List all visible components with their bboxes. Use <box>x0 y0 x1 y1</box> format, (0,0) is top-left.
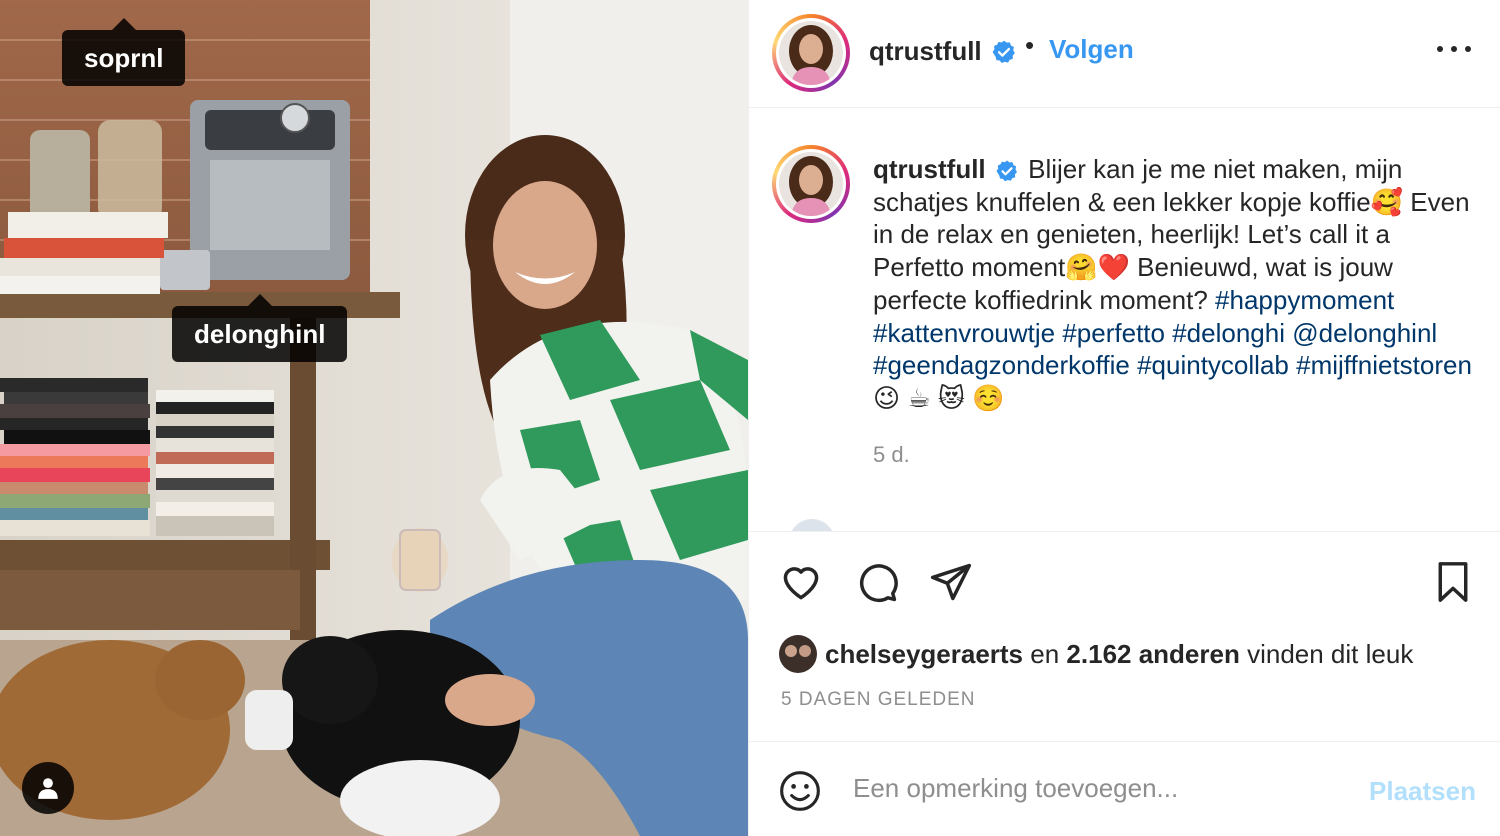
header-separator: • <box>1025 30 1035 60</box>
photo-tag-soprnl[interactable]: soprnl <box>62 18 186 86</box>
hashtag-link[interactable]: #geendagzonderkoffie <box>873 350 1130 380</box>
post-header: qtrustfull • Volgen <box>749 0 1500 108</box>
share-icon <box>930 563 972 601</box>
hashtag-link[interactable]: #mijffnietstoren <box>1296 350 1472 380</box>
comment-input[interactable] <box>853 768 1353 808</box>
mention-link[interactable]: @delonghinl <box>1292 318 1437 348</box>
person-icon <box>38 778 58 799</box>
avatar-image <box>779 21 843 85</box>
hashtag-link[interactable]: #quintycollab <box>1137 350 1289 380</box>
caption-author-avatar[interactable] <box>772 145 850 223</box>
add-comment-form: Plaatsen <box>749 741 1500 836</box>
comment-button[interactable] <box>853 558 901 606</box>
caption-time[interactable]: 5 d. <box>873 442 910 468</box>
likes-count[interactable]: 2.162 anderen <box>1066 639 1239 670</box>
author-avatar[interactable] <box>772 14 850 92</box>
photo-scene <box>0 0 748 836</box>
emoji-icon <box>780 771 820 811</box>
likes-suffix: vinden dit leuk <box>1247 638 1414 669</box>
instagram-post: soprnl delonghinl qtrustfull • Volgen qt… <box>0 0 1500 836</box>
verified-badge-icon <box>992 40 1015 64</box>
avatar-image <box>779 152 843 216</box>
more-options-icon[interactable] <box>1437 46 1471 56</box>
likes-summary[interactable]: chelseygeraerts en 2.162 anderen vinden … <box>779 635 1413 673</box>
caption-emojis: 😉 ☕ 😻 ☺️ <box>873 382 1005 413</box>
caption-username[interactable]: qtrustfull <box>873 154 986 184</box>
post-photo[interactable]: soprnl delonghinl <box>0 0 748 836</box>
post-date[interactable]: 5 DAGEN GELEDEN <box>781 689 976 711</box>
hashtag-link[interactable]: #happymoment <box>1215 285 1394 315</box>
hashtag-link[interactable]: #perfetto <box>1062 318 1165 348</box>
post-caption: qtrustfull Blijer kan je me niet maken, … <box>873 153 1473 415</box>
comments-area: qtrustfull Blijer kan je me niet maken, … <box>749 109 1500 531</box>
photo-tag-label: soprnl <box>84 43 164 73</box>
emoji-picker-button[interactable] <box>777 768 823 814</box>
liker-username[interactable]: chelseygeraerts <box>825 639 1023 670</box>
bookmark-icon <box>1438 562 1468 602</box>
share-button[interactable] <box>927 558 975 606</box>
author-username[interactable]: qtrustfull <box>869 36 982 67</box>
comment-icon <box>859 564 898 603</box>
hashtag-link[interactable]: #kattenvrouwtje <box>873 318 1055 348</box>
tagged-users-button[interactable] <box>22 762 74 814</box>
liker-avatar <box>779 635 817 673</box>
photo-tag-delonghinl[interactable]: delonghinl <box>172 294 348 362</box>
next-comment-peek <box>789 519 1209 531</box>
post-sidebar: qtrustfull • Volgen qtrustfull Blijer ka… <box>748 0 1500 836</box>
photo-tag-label: delonghinl <box>194 319 326 349</box>
follow-button[interactable]: Volgen <box>1049 34 1134 65</box>
likes-connector: en <box>1030 638 1060 669</box>
post-actions: chelseygeraerts en 2.162 anderen vinden … <box>749 531 1500 741</box>
post-comment-button[interactable]: Plaatsen <box>1369 776 1476 807</box>
verified-badge-icon <box>996 160 1017 182</box>
hashtag-link[interactable]: #delonghi <box>1172 318 1285 348</box>
save-button[interactable] <box>1429 558 1477 606</box>
heart-icon <box>783 567 819 600</box>
like-button[interactable] <box>777 558 825 606</box>
